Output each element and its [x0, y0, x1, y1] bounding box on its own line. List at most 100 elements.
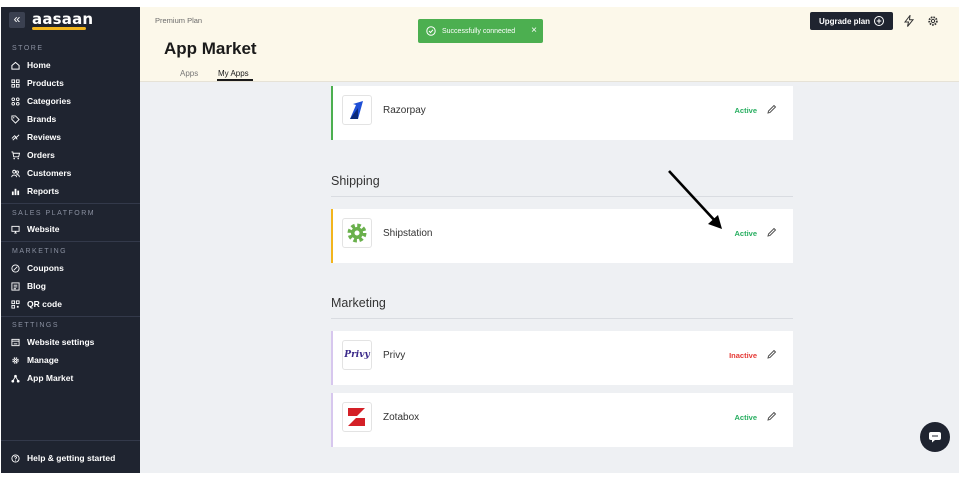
- sidebar-item-label: Reviews: [27, 132, 62, 142]
- success-toast: Successfully connected ×: [418, 19, 543, 43]
- section-title-marketing: Marketing: [331, 296, 386, 310]
- status-badge: Active: [734, 106, 757, 115]
- app-name: Shipstation: [383, 228, 433, 239]
- pencil-icon[interactable]: [766, 227, 777, 238]
- tab-my-apps[interactable]: My Apps: [218, 69, 249, 78]
- sidebar-item-manage[interactable]: Manage: [11, 353, 59, 367]
- section-label-store: STORE: [12, 45, 44, 52]
- users-icon: [11, 169, 20, 177]
- app-name: Razorpay: [383, 105, 426, 116]
- app-card-privy[interactable]: Privy Privy Inactive: [331, 331, 793, 385]
- chat-button[interactable]: [920, 422, 950, 452]
- page-title: App Market: [164, 39, 257, 58]
- qr-icon: [11, 299, 20, 309]
- sidebar-item-home[interactable]: Home: [11, 58, 51, 72]
- sidebar-item-label: Manage: [27, 355, 59, 365]
- app-market-icon: [11, 374, 20, 383]
- double-chevron-left-icon[interactable]: «: [9, 12, 25, 28]
- upgrade-plan-button[interactable]: Upgrade plan +: [810, 12, 893, 30]
- sidebar-item-customers[interactable]: Customers: [11, 166, 71, 180]
- sidebar-item-website[interactable]: Website: [11, 222, 59, 236]
- sidebar-item-label: Website: [27, 224, 60, 234]
- zotabox-logo: [342, 402, 372, 432]
- sidebar-item-label: Website settings: [27, 337, 95, 347]
- sidebar-item-label: Products: [27, 78, 64, 88]
- tab-apps[interactable]: Apps: [180, 69, 198, 78]
- sidebar-item-label: Customers: [27, 168, 72, 178]
- pencil-icon[interactable]: [766, 411, 777, 422]
- zotabox-logo-mark: [348, 408, 366, 426]
- app-window: « aasaan STORE Home Products Categories …: [1, 7, 959, 473]
- sidebar-item-orders[interactable]: Orders: [11, 148, 55, 162]
- browser-icon: [11, 338, 20, 346]
- sidebar-item-blog[interactable]: Blog: [11, 279, 46, 293]
- status-badge: Inactive: [729, 351, 757, 360]
- app-card-razorpay[interactable]: Razorpay Active: [331, 86, 793, 140]
- sidebar-item-website-settings[interactable]: Website settings: [11, 335, 94, 349]
- pencil-icon[interactable]: [766, 104, 777, 115]
- privy-logo-text: Privy: [344, 350, 370, 360]
- plan-label: Premium Plan: [155, 16, 203, 25]
- sidebar-item-reports[interactable]: Reports: [11, 184, 59, 198]
- sidebar-item-brands[interactable]: Brands: [11, 112, 56, 126]
- sidebar-item-reviews[interactable]: Reviews: [11, 130, 61, 144]
- sidebar-divider: [1, 203, 140, 204]
- brand-logo-underline: [32, 27, 86, 30]
- sidebar-item-label: Home: [27, 60, 51, 70]
- lightning-icon[interactable]: [903, 15, 915, 27]
- thumbs-icon: [11, 133, 20, 141]
- app-name: Zotabox: [383, 412, 420, 423]
- shipstation-logo: [342, 218, 372, 248]
- plus-circle-icon: +: [874, 16, 885, 26]
- sidebar-item-coupons[interactable]: Coupons: [11, 261, 64, 275]
- status-badge: Active: [734, 229, 757, 238]
- sidebar-item-label: QR code: [27, 299, 62, 309]
- upgrade-plan-label: Upgrade plan: [818, 16, 871, 26]
- page-header: Premium Plan App Market Apps My Apps Suc…: [140, 7, 959, 82]
- gear-icon[interactable]: [927, 15, 939, 27]
- sidebar-divider: [1, 440, 140, 441]
- privy-logo: Privy: [342, 340, 372, 370]
- check-circle-icon: [426, 26, 436, 36]
- sidebar-divider: [1, 241, 140, 242]
- gear-icon: [12, 356, 19, 364]
- chat-icon: [929, 432, 941, 443]
- status-badge: Active: [734, 413, 757, 422]
- sidebar-item-app-market[interactable]: App Market: [11, 371, 73, 385]
- sidebar-item-label: Brands: [27, 114, 57, 124]
- section-label-settings: SETTINGS: [12, 322, 60, 329]
- shipstation-logo-mark: [347, 223, 367, 243]
- cart-icon: [11, 150, 20, 159]
- sidebar-item-label: Blog: [27, 281, 46, 291]
- section-title-shipping: Shipping: [331, 174, 380, 188]
- close-icon[interactable]: ×: [531, 25, 537, 37]
- sidebar-item-label: App Market: [27, 373, 74, 383]
- sidebar-item-label: Orders: [27, 150, 55, 160]
- help-icon: [11, 453, 20, 463]
- active-tab-indicator: [217, 79, 253, 81]
- bar-chart-icon: [11, 188, 20, 195]
- coupon-icon: [11, 263, 20, 273]
- section-divider: [331, 318, 793, 319]
- annotation-arrow-icon: [668, 170, 722, 229]
- app-name: Privy: [383, 350, 406, 361]
- section-label-marketing: MARKETING: [12, 248, 68, 255]
- section-label-sales-platform: SALES PLATFORM: [12, 210, 96, 217]
- brand-logo[interactable]: aasaan: [32, 10, 93, 28]
- sidebar-item-label: Reports: [27, 186, 60, 196]
- grid-icon: [11, 78, 20, 88]
- sidebar-item-categories[interactable]: Categories: [11, 94, 71, 108]
- pencil-icon[interactable]: [766, 349, 777, 360]
- sidebar-item-products[interactable]: Products: [11, 76, 64, 90]
- app-card-zotabox[interactable]: Zotabox Active: [331, 393, 793, 447]
- sidebar-item-qr-code[interactable]: QR code: [11, 297, 62, 311]
- sidebar-item-label: Coupons: [27, 263, 64, 273]
- tag-icon: [11, 114, 20, 124]
- sidebar-item-help[interactable]: Help & getting started: [11, 451, 115, 465]
- home-icon: [11, 61, 20, 70]
- razorpay-logo: [342, 95, 372, 125]
- razorpay-logo-mark: [350, 101, 363, 119]
- categories-icon: [11, 96, 20, 106]
- sidebar-item-label: Help & getting started: [27, 453, 116, 463]
- sidebar-item-label: Categories: [27, 96, 71, 106]
